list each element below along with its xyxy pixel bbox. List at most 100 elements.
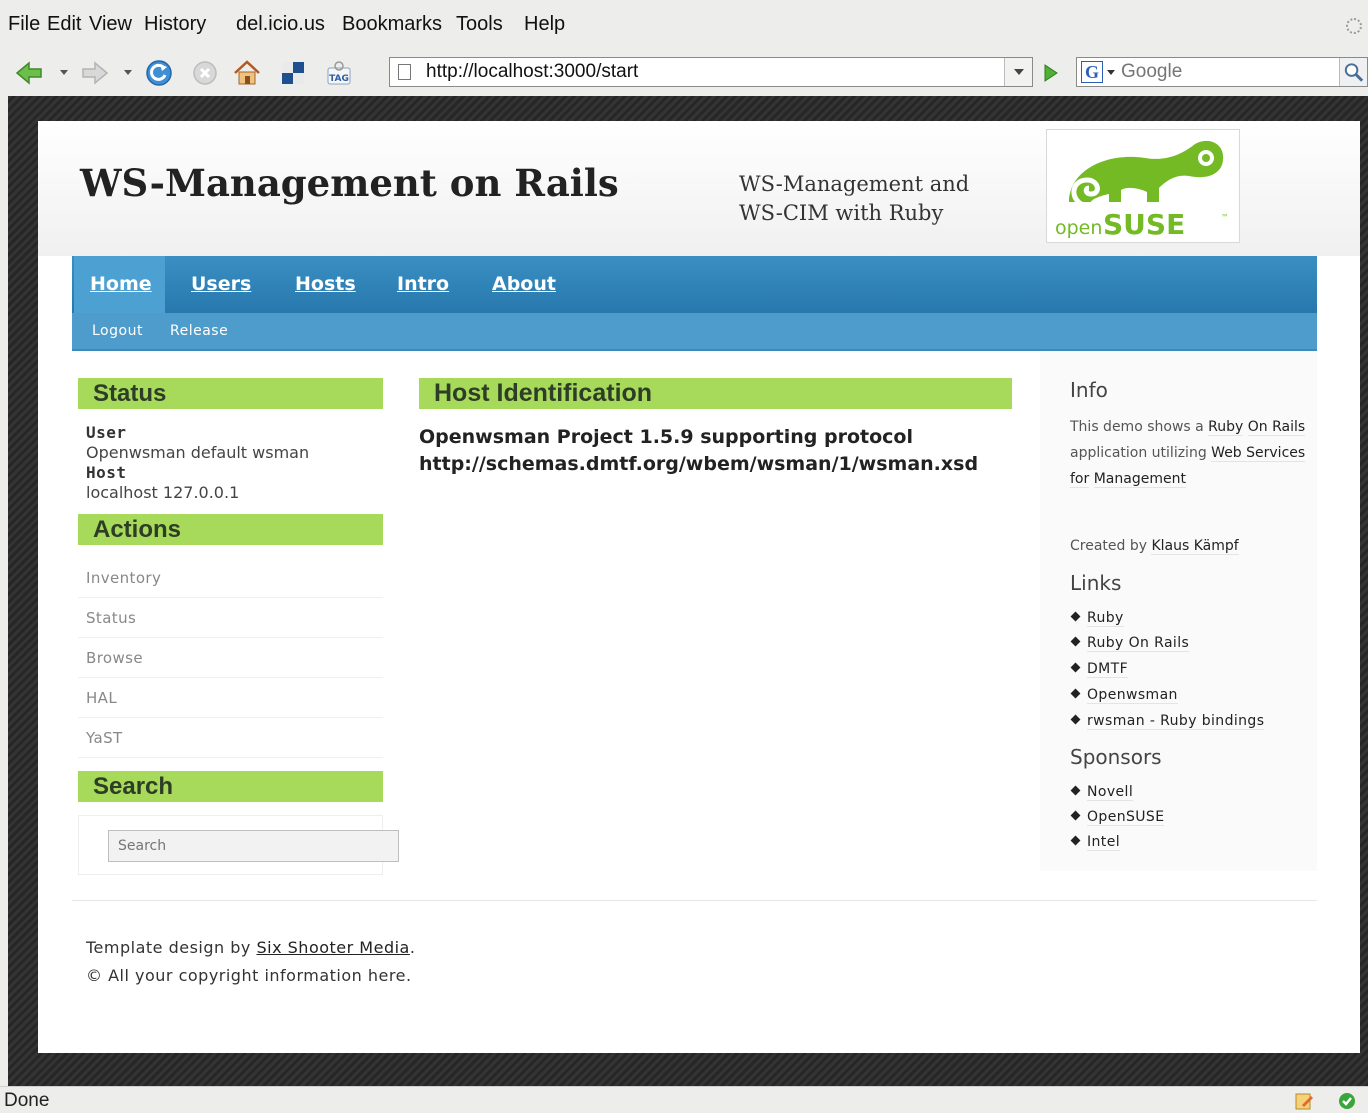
info-text: This demo shows a Ruby On Rails applicat…	[1070, 414, 1315, 492]
logo-trademark: ™	[1221, 213, 1229, 222]
content-viewport: WS-Management on Rails WS-Management and…	[8, 96, 1368, 1086]
forward-history-dropdown-icon[interactable]	[124, 70, 132, 75]
bookmark-manager-icon[interactable]	[278, 58, 308, 88]
search-heading: Search	[78, 771, 383, 802]
status-heading: Status	[78, 378, 383, 409]
menu-view[interactable]: View	[89, 13, 132, 36]
author-link[interactable]: Klaus Kämpf	[1151, 538, 1239, 555]
footer-divider	[72, 900, 1317, 901]
stop-icon[interactable]	[190, 58, 220, 88]
logo-text-suse: SUSE	[1103, 208, 1185, 241]
go-icon[interactable]	[1037, 60, 1063, 86]
ruby-link[interactable]: Ruby	[1208, 419, 1244, 436]
credit-suffix: .	[409, 938, 416, 957]
menu-tools[interactable]: Tools	[456, 13, 503, 36]
tagline-line-2: WS-CIM with Ruby	[739, 201, 944, 225]
bullet-icon	[1070, 810, 1081, 821]
site-tagline: WS-Management and WS-CIM with Ruby	[739, 170, 969, 228]
tab-users[interactable]: Users	[191, 256, 251, 313]
link-item: rwsman - Ruby bindings	[1070, 713, 1265, 730]
menu-bar: File Edit View History del.icio.us Bookm…	[0, 0, 1368, 52]
action-status-link[interactable]: Status	[78, 598, 383, 638]
back-history-dropdown-icon[interactable]	[60, 70, 68, 75]
menu-help[interactable]: Help	[524, 13, 565, 36]
home-icon[interactable]	[232, 58, 262, 88]
opensuse-logo[interactable]: open SUSE ™	[1046, 129, 1240, 243]
info-heading: Info	[1070, 378, 1108, 402]
bullet-icon	[1070, 835, 1081, 846]
bullet-icon	[1070, 688, 1081, 699]
site-title: WS-Management on Rails	[80, 161, 619, 205]
tab-hosts[interactable]: Hosts	[295, 256, 356, 313]
menu-history[interactable]: History	[144, 13, 206, 36]
action-hal-link[interactable]: HAL	[78, 678, 383, 718]
reload-icon[interactable]	[144, 58, 174, 88]
svg-text:TAG: TAG	[329, 74, 349, 84]
link-openwsman[interactable]: Openwsman	[1087, 687, 1178, 704]
protocol-url: http://schemas.dmtf.org/wbem/wsman/1/wsm…	[419, 453, 979, 475]
engine-dropdown-icon[interactable]	[1107, 70, 1115, 75]
url-history-dropdown-icon[interactable]	[1004, 58, 1032, 86]
check-ok-icon[interactable]	[1338, 1092, 1356, 1110]
sponsor-item: Novell	[1070, 784, 1134, 801]
throbber-icon	[1346, 18, 1362, 34]
search-engine-bar[interactable]: G	[1076, 57, 1368, 87]
link-dmtf[interactable]: DMTF	[1087, 661, 1129, 678]
link-rwsman[interactable]: rwsman - Ruby bindings	[1087, 713, 1265, 730]
host-label: Host	[86, 463, 127, 482]
credit-prefix: Template design by	[86, 938, 251, 957]
main-nav: Home Users Hosts Intro About	[72, 256, 1317, 313]
url-text[interactable]: http://localhost:3000/start	[426, 61, 638, 83]
six-shooter-media-link[interactable]: Six Shooter Media	[256, 938, 409, 957]
sponsor-opensuse[interactable]: OpenSUSE	[1087, 809, 1165, 826]
sponsors-heading: Sponsors	[1070, 745, 1162, 769]
bullet-icon	[1070, 714, 1081, 725]
url-bar[interactable]: http://localhost:3000/start	[389, 57, 1033, 87]
opensuse-chameleon-icon: open SUSE ™	[1055, 140, 1229, 241]
navigation-toolbar: TAG http://localhost:3000/start G	[0, 52, 1368, 94]
google-engine-icon[interactable]: G	[1081, 61, 1103, 83]
sponsor-intel[interactable]: Intel	[1087, 834, 1120, 851]
logout-link[interactable]: Logout	[92, 323, 143, 339]
sponsor-novell[interactable]: Novell	[1087, 784, 1134, 801]
search-engine-input[interactable]	[1121, 61, 1321, 83]
menu-file[interactable]: File	[8, 13, 40, 36]
link-item: DMTF	[1070, 661, 1129, 678]
menu-bookmarks[interactable]: Bookmarks	[342, 13, 442, 36]
back-icon[interactable]	[14, 58, 44, 88]
links-heading: Links	[1070, 571, 1122, 595]
logo-text-open: open	[1055, 217, 1102, 239]
host-identification-heading: Host Identification	[419, 378, 1012, 409]
info-prefix: This demo shows a	[1070, 419, 1204, 435]
forward-icon[interactable]	[80, 58, 110, 88]
tab-intro[interactable]: Intro	[397, 256, 449, 313]
status-text: Done	[4, 1090, 50, 1111]
edit-note-icon[interactable]	[1294, 1091, 1314, 1111]
menu-delicious[interactable]: del.icio.us	[236, 13, 325, 36]
created-by: Created by Klaus Kämpf	[1070, 533, 1239, 559]
menu-edit[interactable]: Edit	[47, 13, 81, 36]
sub-nav: Logout Release	[72, 313, 1317, 351]
bullet-icon	[1070, 611, 1081, 622]
action-browse-link[interactable]: Browse	[78, 638, 383, 678]
link-ruby[interactable]: Ruby	[1087, 610, 1124, 627]
release-link[interactable]: Release	[170, 323, 228, 339]
protocol-line: Openwsman Project 1.5.9 supporting proto…	[419, 426, 913, 448]
bullet-icon	[1070, 662, 1081, 673]
user-label: User	[86, 423, 127, 442]
search-input[interactable]	[108, 830, 399, 862]
info-middle: application utilizing	[1070, 445, 1207, 461]
host-value: localhost 127.0.0.1	[86, 483, 240, 502]
search-icon[interactable]	[1339, 58, 1367, 86]
tab-home[interactable]: Home	[74, 256, 165, 313]
user-value: Openwsman default wsman	[86, 443, 310, 462]
link-ruby-on-rails[interactable]: Ruby On Rails	[1087, 635, 1190, 652]
link-item: Ruby On Rails	[1070, 635, 1190, 652]
management-link[interactable]: Management	[1093, 471, 1186, 488]
on-rails-link[interactable]: On Rails	[1247, 419, 1306, 436]
action-inventory-link[interactable]: Inventory	[78, 558, 383, 598]
tab-about[interactable]: About	[492, 256, 556, 313]
actions-heading: Actions	[78, 514, 383, 545]
tag-icon[interactable]: TAG	[324, 58, 354, 88]
action-yast-link[interactable]: YaST	[78, 718, 383, 758]
